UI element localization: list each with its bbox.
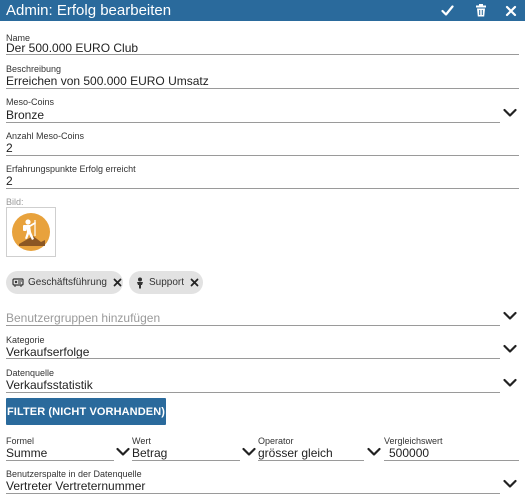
formel-select[interactable]: Summe xyxy=(6,446,47,460)
check-icon[interactable] xyxy=(440,3,455,18)
chevron-down-icon[interactable] xyxy=(503,344,517,354)
erfahrungspunkte-input[interactable]: 2 xyxy=(6,174,13,188)
close-icon[interactable] xyxy=(503,3,518,18)
wert-underline xyxy=(132,460,240,461)
anzahl-meso-coins-label: Anzahl Meso-Coins xyxy=(6,131,85,141)
erfahrungspunkte-underline xyxy=(6,188,519,189)
vergleichswert-underline xyxy=(384,460,519,461)
anzahl-meso-coins-underline xyxy=(6,155,519,156)
chevron-down-icon[interactable] xyxy=(503,378,517,388)
meso-coins-select[interactable]: Bronze xyxy=(6,108,44,122)
group-chip[interactable]: Support xyxy=(129,271,203,294)
beschreibung-underline xyxy=(6,88,519,89)
group-icon xyxy=(12,277,24,289)
trash-icon[interactable] xyxy=(473,3,488,18)
chevron-down-icon[interactable] xyxy=(116,447,130,457)
chip-label: Support xyxy=(149,277,185,288)
datenquelle-select[interactable]: Verkaufsstatistik xyxy=(6,378,93,392)
meso-coins-underline xyxy=(6,122,500,123)
benutzergruppen-underline xyxy=(6,325,500,326)
benutzerspalte-underline xyxy=(6,493,500,494)
chevron-down-icon[interactable] xyxy=(503,311,517,321)
chevron-down-icon[interactable] xyxy=(242,447,256,457)
operator-underline xyxy=(258,460,364,461)
meso-coins-label: Meso-Coins xyxy=(6,97,55,107)
benutzerspalte-select[interactable]: Vertreter Vertreternummer xyxy=(6,479,145,493)
erfahrungspunkte-label: Erfahrungspunkte Erfolg erreicht xyxy=(6,164,136,174)
chevron-down-icon[interactable] xyxy=(503,479,517,489)
climber-icon xyxy=(12,213,50,251)
kategorie-select[interactable]: Verkaufserfolge xyxy=(6,345,89,359)
window-title: Admin: Erfolg bearbeiten xyxy=(6,2,172,19)
beschreibung-input[interactable]: Erreichen von 500.000 EURO Umsatz xyxy=(6,74,209,88)
operator-select[interactable]: grösser gleich xyxy=(258,446,333,460)
wert-select[interactable]: Betrag xyxy=(132,446,167,460)
title-bar: Admin: Erfolg bearbeiten xyxy=(0,0,525,21)
group-chip[interactable]: Geschäftsführung xyxy=(6,271,123,294)
achievement-image[interactable] xyxy=(6,207,56,257)
remove-chip-icon[interactable] xyxy=(113,278,122,288)
kategorie-underline xyxy=(6,358,500,359)
chevron-down-icon[interactable] xyxy=(367,447,381,457)
chip-label: Geschäftsführung xyxy=(28,277,107,288)
person-icon xyxy=(135,277,145,289)
benutzergruppen-input[interactable]: Benutzergruppen hinzufügen xyxy=(6,311,160,325)
datenquelle-underline xyxy=(6,392,500,393)
name-underline xyxy=(6,54,519,55)
filter-button[interactable]: FILTER (NICHT VORHANDEN) xyxy=(6,398,166,425)
remove-chip-icon[interactable] xyxy=(190,278,199,288)
name-input[interactable]: Der 500.000 EURO Club xyxy=(6,41,138,55)
anzahl-meso-coins-input[interactable]: 2 xyxy=(6,141,13,155)
chevron-down-icon[interactable] xyxy=(503,108,517,118)
vergleichswert-input[interactable]: 500000 xyxy=(389,446,429,460)
formel-underline xyxy=(6,460,114,461)
